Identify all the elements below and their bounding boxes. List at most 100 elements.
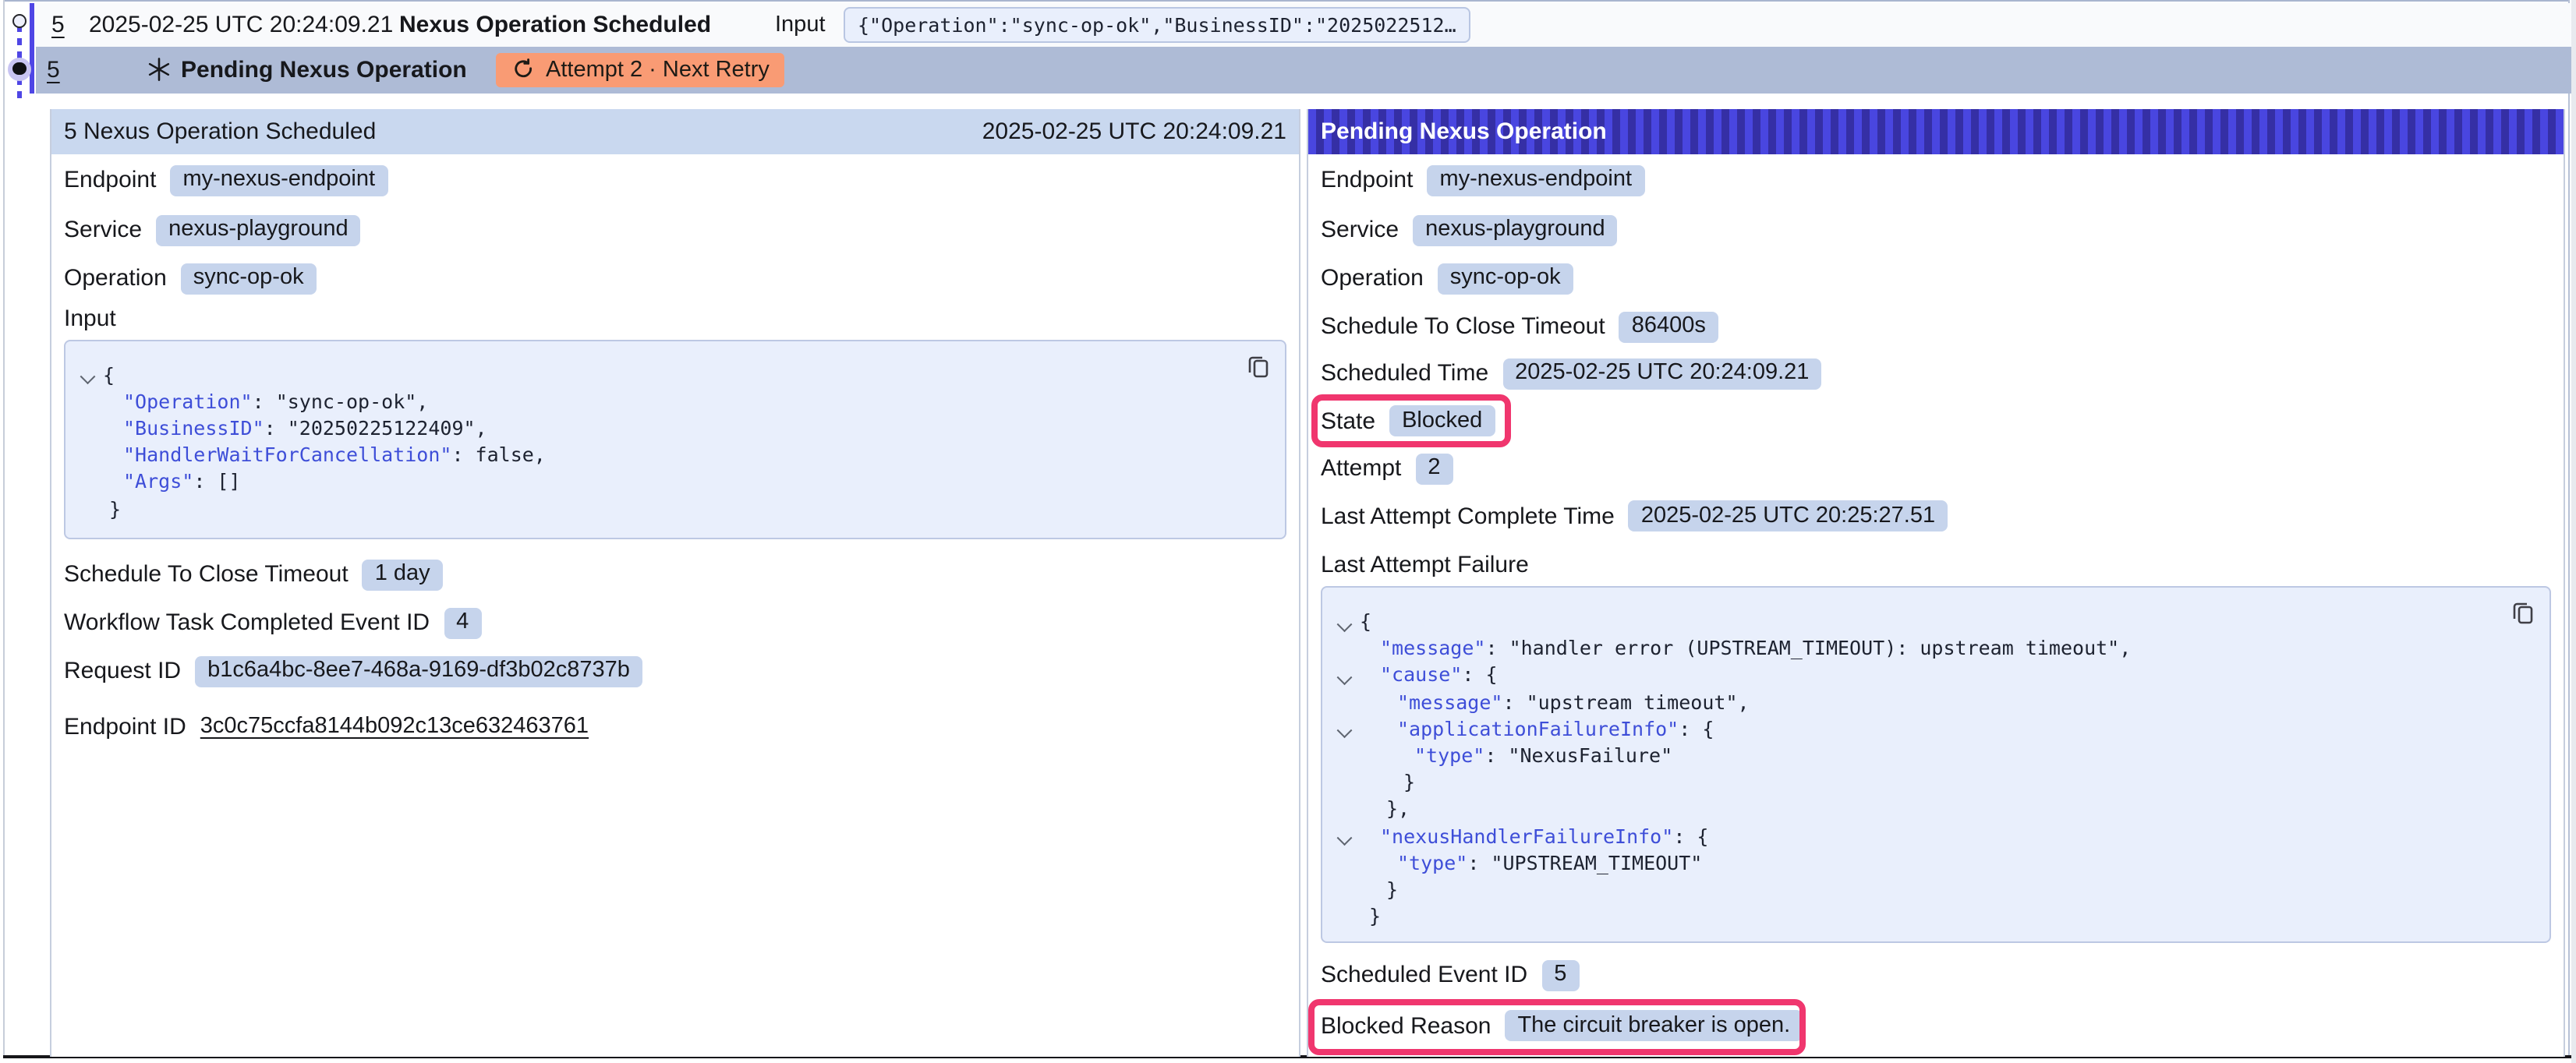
json-text: : "NexusFailure" (1484, 743, 1672, 767)
field-value-badge: 2 (1415, 453, 1453, 484)
json-text: : { (1462, 663, 1497, 687)
field-value-badge: my-nexus-endpoint (1427, 164, 1644, 196)
field-value-badge: 4 (444, 607, 481, 638)
json-text: } (1386, 878, 1398, 901)
field-workflow-task-completed-event-id: Workflow Task Completed Event ID 4 (64, 606, 481, 640)
field-value-badge: b1c6a4bc-8ee7-468a-9169-df3b02c8737b (195, 655, 642, 687)
blocked-reason-annotation-highlight (1308, 999, 1806, 1055)
json-key: "BusinessID" (123, 416, 264, 440)
input-preview-badge: {"Operation":"sync-op-ok","BusinessID":"… (844, 6, 1470, 42)
field-label: Service (1321, 217, 1399, 243)
json-key: "nexusHandlerFailureInfo" (1380, 824, 1673, 847)
field-endpoint: Endpoint my-nexus-endpoint (64, 163, 387, 197)
pending-panel-title: Pending Nexus Operation (1321, 118, 1607, 145)
json-text: } (1403, 770, 1415, 793)
json-key: "HandlerWaitForCancellation" (123, 443, 451, 466)
state-annotation-highlight (1311, 394, 1511, 447)
json-text: : "handler error (UPSTREAM_TIMEOUT): ups… (1485, 636, 2131, 659)
field-label: Schedule To Close Timeout (1321, 313, 1605, 340)
field-service: Service nexus-playground (1321, 213, 1618, 247)
json-text: } (1369, 904, 1381, 927)
scrollbar-track[interactable] (2571, 0, 2576, 1063)
field-label: Attempt (1321, 455, 1401, 482)
json-text: }, (1386, 797, 1410, 821)
scheduled-panel-title: 5 Nexus Operation Scheduled (64, 118, 376, 145)
attempt-retry-badge: Attempt 2 · Next Retry (496, 53, 785, 87)
json-text: : "20250225122409", (264, 416, 487, 440)
chevron-down-icon[interactable] (1337, 669, 1351, 683)
input-label: Input (775, 12, 826, 37)
json-text: : "UPSTREAM_TIMEOUT" (1467, 851, 1702, 874)
json-text: { (103, 362, 115, 386)
field-label: Operation (1321, 265, 1424, 291)
scheduled-panel-header: 5 Nexus Operation Scheduled 2025-02-25 U… (51, 109, 1299, 154)
temporal-event-history-view: 5 2025-02-25 UTC 20:24:09.21 Nexus Opera… (0, 0, 2576, 1063)
json-text: { (1360, 609, 1371, 633)
copy-icon[interactable] (2511, 600, 2535, 625)
json-text: : "upstream timeout", (1502, 690, 1749, 713)
field-request-id: Request ID b1c6a4bc-8ee7-468a-9169-df3b0… (64, 654, 642, 688)
field-value-badge: 86400s (1619, 311, 1718, 342)
field-scheduled-time: Scheduled Time 2025-02-25 UTC 20:24:09.2… (1321, 356, 1821, 390)
attempt-retry-badge-label: Attempt 2 · Next Retry (546, 58, 770, 83)
field-label: Request ID (64, 658, 181, 684)
input-json-viewer: { "Operation": "sync-op-ok", "BusinessID":… (64, 339, 1286, 539)
field-label: Last Attempt Complete Time (1321, 503, 1615, 529)
json-key: "Args" (123, 470, 193, 493)
chevron-down-icon[interactable] (1337, 616, 1351, 630)
field-scheduled-event-id: Scheduled Event ID 5 (1321, 958, 1579, 992)
timeline-current-dot (12, 62, 26, 76)
field-label: Endpoint ID (64, 713, 186, 740)
json-text: : { (1673, 824, 1708, 847)
field-label: Service (64, 217, 142, 243)
pending-panel-header: Pending Nexus Operation (1308, 109, 2564, 154)
field-label: Operation (64, 265, 167, 291)
event-id-link[interactable]: 5 (51, 11, 65, 37)
json-key: "message" (1397, 690, 1502, 713)
field-value-badge: nexus-playground (1413, 214, 1618, 245)
timeline-current-marker (8, 57, 31, 80)
field-value-badge: 1 day (363, 559, 443, 590)
json-key: "Operation" (123, 389, 253, 412)
event-row-pending-nexus-operation[interactable]: 5 Pending Nexus Operation Attempt 2 · Ne… (35, 46, 2571, 94)
pending-nexus-operation-panel: Pending Nexus Operation Endpoint my-nexu… (1307, 109, 2565, 1056)
container-top-border (3, 0, 2570, 2)
field-service: Service nexus-playground (64, 213, 361, 247)
field-schedule-to-close-timeout: Schedule To Close Timeout 86400s (1321, 309, 1718, 344)
field-endpoint: Endpoint my-nexus-endpoint (1321, 163, 1644, 197)
field-label: Scheduled Time (1321, 360, 1488, 387)
json-key: "applicationFailureInfo" (1397, 717, 1679, 740)
chevron-down-icon[interactable] (1337, 723, 1351, 737)
scheduled-panel-timestamp: 2025-02-25 UTC 20:24:09.21 (982, 118, 1286, 145)
field-label: Endpoint (1321, 167, 1413, 193)
field-operation: Operation sync-op-ok (64, 261, 317, 295)
chevron-down-icon[interactable] (1337, 831, 1351, 845)
json-key: "message" (1380, 636, 1485, 659)
json-key: "type" (1414, 743, 1484, 767)
json-text: : { (1679, 717, 1714, 740)
endpoint-id-link[interactable]: 3c0c75ccfa8144b092c13ce632463761 (200, 714, 589, 739)
field-label: Schedule To Close Timeout (64, 561, 349, 588)
event-id-link[interactable]: 5 (47, 57, 60, 83)
timeline-open-circle-marker (12, 14, 27, 28)
asterisk-icon (146, 57, 171, 83)
event-row-nexus-operation-scheduled[interactable]: 5 2025-02-25 UTC 20:24:09.21 Nexus Opera… (35, 2, 2571, 46)
container-left-border (2, 0, 4, 1055)
selected-event-accent-bar (29, 2, 34, 94)
field-value-badge: nexus-playground (156, 214, 361, 245)
json-key: "cause" (1380, 663, 1462, 687)
retry-circular-arrow-icon (511, 58, 535, 82)
field-endpoint-id: Endpoint ID 3c0c75ccfa8144b092c13ce63246… (64, 709, 589, 743)
json-text: : "sync-op-ok", (253, 389, 429, 412)
json-key: "type" (1397, 851, 1467, 874)
copy-icon[interactable] (1246, 353, 1271, 378)
field-last-attempt-complete-time: Last Attempt Complete Time 2025-02-25 UT… (1321, 499, 1948, 533)
field-operation: Operation sync-op-ok (1321, 261, 1573, 295)
input-section-label: Input (64, 301, 116, 335)
field-label: Scheduled Event ID (1321, 962, 1527, 988)
field-label: Endpoint (64, 167, 156, 193)
field-value-badge: 2025-02-25 UTC 20:24:09.21 (1502, 358, 1821, 389)
field-value-badge: 2025-02-25 UTC 20:25:27.51 (1629, 500, 1948, 532)
event-name: Nexus Operation Scheduled (399, 11, 711, 37)
chevron-down-icon[interactable] (80, 369, 94, 383)
